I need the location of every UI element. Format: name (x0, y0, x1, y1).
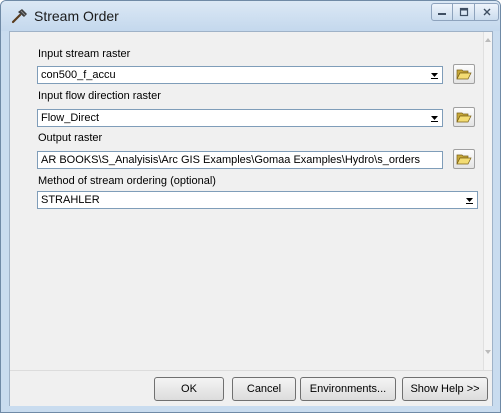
output-raster-input[interactable]: AR BOOKS\S_Analyisis\Arc GIS Examples\Go… (37, 151, 443, 169)
hammer-icon (11, 9, 27, 24)
input-stream-value: con500_f_accu (41, 69, 116, 81)
cancel-button[interactable]: Cancel (232, 377, 296, 401)
dialog-body: Input stream raster con500_f_accu Input … (9, 31, 493, 406)
ok-button[interactable]: OK (154, 377, 224, 401)
method-dropdown[interactable] (461, 192, 477, 208)
method-label: Method of stream ordering (optional) (38, 175, 216, 187)
title-bar[interactable]: Stream Order (1, 1, 500, 31)
open-folder-icon (456, 69, 472, 80)
scroll-down-icon[interactable] (485, 350, 491, 354)
chevron-down-icon (465, 198, 473, 204)
close-icon (483, 8, 490, 16)
minimize-icon (438, 13, 446, 15)
close-button[interactable] (475, 3, 499, 21)
input-flowdir-dropdown[interactable] (426, 110, 442, 126)
window-title: Stream Order (34, 8, 119, 24)
output-raster-browse-button[interactable] (453, 149, 475, 169)
output-raster-label: Output raster (38, 132, 103, 144)
input-flowdir-browse-button[interactable] (453, 107, 475, 127)
output-raster-value: AR BOOKS\S_Analyisis\Arc GIS Examples\Go… (41, 154, 421, 166)
method-select[interactable]: STRAHLER (37, 191, 478, 209)
input-flowdir-label: Input flow direction raster (38, 90, 161, 102)
chevron-down-icon (430, 73, 438, 79)
button-bar: OK Cancel Environments... Show Help >> (10, 370, 492, 406)
chevron-down-icon (430, 116, 438, 122)
method-value: STRAHLER (41, 194, 100, 206)
input-stream-label: Input stream raster (38, 48, 131, 60)
maximize-button[interactable] (453, 3, 475, 21)
show-help-button[interactable]: Show Help >> (402, 377, 488, 401)
open-folder-icon (456, 154, 472, 165)
vertical-scrollbar[interactable] (483, 32, 492, 370)
scroll-up-icon[interactable] (485, 38, 491, 42)
input-stream-dropdown[interactable] (426, 67, 442, 83)
input-flowdir-value: Flow_Direct (41, 112, 100, 124)
stream-order-dialog: Stream Order Input stream raster con500_… (0, 0, 501, 413)
input-stream-browse-button[interactable] (453, 64, 475, 84)
open-folder-icon (456, 112, 472, 123)
maximize-icon (459, 7, 468, 17)
input-flowdir-combo[interactable]: Flow_Direct (37, 109, 443, 127)
environments-button[interactable]: Environments... (300, 377, 396, 401)
input-stream-combo[interactable]: con500_f_accu (37, 66, 443, 84)
minimize-button[interactable] (431, 3, 453, 21)
